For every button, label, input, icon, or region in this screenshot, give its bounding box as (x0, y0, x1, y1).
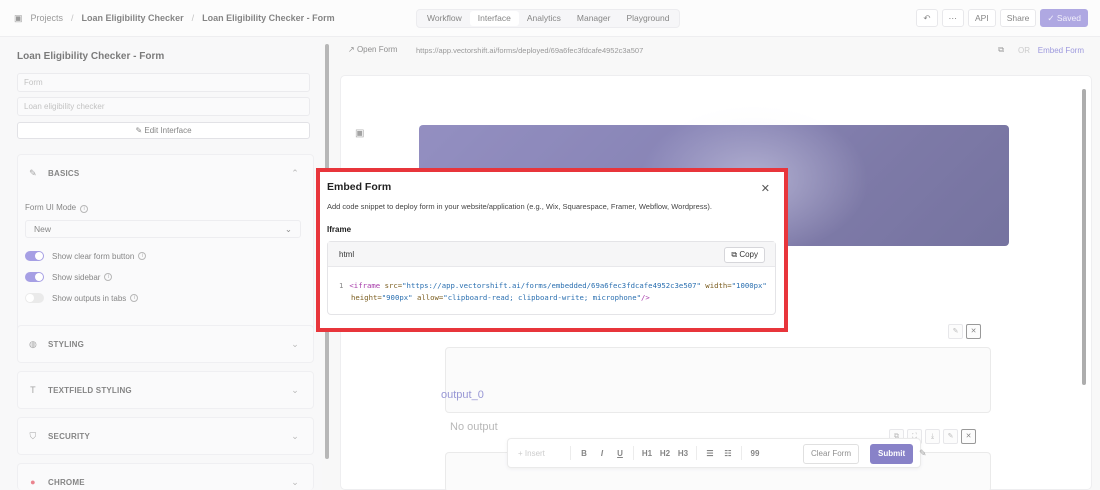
code-allow-attr: allow= (416, 293, 444, 302)
code-block: html ⧉ Copy 1 <iframe src="https://app.ve… (327, 241, 776, 315)
code-width-value: "1000px" (731, 281, 767, 290)
code-src-attr: src= (384, 281, 403, 290)
code-header: html ⧉ Copy (328, 242, 775, 267)
code-src-value: "https://app.vectorshift.ai/forms/embedd… (402, 281, 701, 290)
code-height-value: "900px" (381, 293, 413, 302)
code-tag-open: <iframe (349, 281, 381, 290)
code-language: html (339, 249, 355, 259)
modal-title: Embed Form (327, 181, 392, 193)
copy-button[interactable]: ⧉ Copy (724, 247, 765, 263)
line-number: 1 (339, 281, 344, 290)
copy-label: Copy (739, 250, 758, 259)
code-width-attr: width= (705, 281, 732, 290)
close-icon[interactable]: ✕ (761, 182, 770, 195)
embed-code[interactable]: 1 <iframe src="https://app.vectorshift.ai… (339, 280, 767, 304)
iframe-label: Iframe (327, 225, 352, 234)
code-height-attr: height= (351, 293, 382, 302)
code-allow-value: "clipboard-read; clipboard-write; microp… (443, 293, 641, 302)
modal-description: Add code snippet to deploy form in your … (327, 202, 712, 211)
code-tag-close: /> (641, 293, 650, 302)
embed-form-modal: Embed Form ✕ Add code snippet to deploy … (316, 168, 788, 332)
